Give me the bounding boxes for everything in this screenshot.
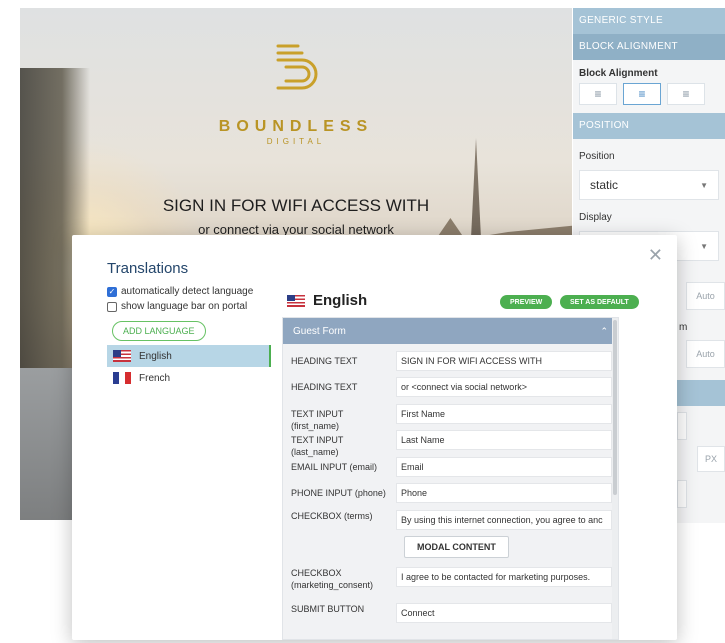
translation-input[interactable]: Phone xyxy=(396,483,612,503)
row-label: HEADING TEXT xyxy=(291,356,358,366)
translation-input[interactable]: Connect xyxy=(396,603,612,623)
modal-content-button[interactable]: MODAL CONTENT xyxy=(404,536,509,558)
row-label: EMAIL INPUT (email) xyxy=(291,462,378,472)
translation-input[interactable]: By using this internet connection, you a… xyxy=(396,510,612,530)
translation-input[interactable]: I agree to be contacted for marketing pu… xyxy=(396,567,612,587)
us-flag-icon xyxy=(287,294,305,307)
chevron-down-icon: ▼ xyxy=(700,180,708,190)
block-alignment-label: Block Alignment xyxy=(579,68,658,79)
brand-name: BOUNDLESS xyxy=(218,118,374,135)
generic-style-header[interactable]: GENERIC STYLE xyxy=(573,8,725,34)
align-center-icon[interactable]: ≡ xyxy=(623,83,661,105)
language-label: English xyxy=(139,350,172,362)
close-icon[interactable]: ✕ xyxy=(648,245,663,266)
language-item-french[interactable]: French xyxy=(107,367,271,389)
scrollbar-thumb[interactable] xyxy=(613,320,617,495)
us-flag-icon xyxy=(113,350,131,362)
position-label: Position xyxy=(579,151,615,162)
translation-input[interactable]: SIGN IN FOR WIFI ACCESS WITH xyxy=(396,351,612,371)
preview-button[interactable]: PREVIEW xyxy=(500,295,553,309)
checkbox-unchecked-icon[interactable] xyxy=(107,301,117,312)
translation-input[interactable]: Last Name xyxy=(396,430,612,450)
form-scrollbar[interactable] xyxy=(612,318,618,639)
checkbox-checked-icon[interactable]: ✓ xyxy=(107,286,117,297)
language-list: English French xyxy=(107,345,271,389)
row-label: HEADING TEXT xyxy=(291,382,358,392)
translations-modal: ✕ Translations ✓ automatically detect la… xyxy=(72,235,677,640)
language-label: French xyxy=(139,372,171,384)
field-fragment xyxy=(677,412,687,440)
section-header-fragment xyxy=(677,380,725,406)
brand-subtitle: DIGITAL xyxy=(266,137,326,146)
translation-input[interactable]: Email xyxy=(396,457,612,477)
align-right-icon[interactable]: ≡ xyxy=(667,83,705,105)
row-label: CHECKBOX (marketing_consent) xyxy=(291,568,374,590)
show-bar-option[interactable]: show language bar on portal xyxy=(107,301,247,312)
guest-form-panel: Guest Form ⌃ HEADING TEXT SIGN IN FOR WI… xyxy=(282,317,619,640)
row-label: TEXT INPUT (last_name) xyxy=(291,435,344,457)
show-bar-label: show language bar on portal xyxy=(121,301,248,312)
fr-flag-icon xyxy=(113,372,131,384)
position-select[interactable]: static ▼ xyxy=(579,170,719,200)
boundless-logo-icon xyxy=(276,44,318,90)
align-left-icon[interactable]: ≡ xyxy=(579,83,617,105)
block-alignment-header[interactable]: BLOCK ALIGNMENT xyxy=(573,34,725,60)
height-auto-field[interactable]: Auto xyxy=(686,340,725,368)
height-label-fragment: m xyxy=(679,322,688,333)
guest-form-title: Guest Form xyxy=(293,325,346,337)
field-fragment xyxy=(677,480,687,508)
display-label: Display xyxy=(579,212,612,223)
auto-detect-option[interactable]: ✓ automatically detect language xyxy=(107,286,253,297)
translation-input[interactable]: First Name xyxy=(396,404,612,424)
row-label: PHONE INPUT (phone) xyxy=(291,488,386,498)
chevron-down-icon: ▼ xyxy=(700,241,708,251)
row-label: TEXT INPUT (first_name) xyxy=(291,409,344,431)
unit-px-field[interactable]: PX xyxy=(697,446,725,472)
position-select-value: static xyxy=(590,178,619,192)
modal-title: Translations xyxy=(107,260,189,277)
selected-language-title: English xyxy=(287,292,367,309)
language-item-english[interactable]: English xyxy=(107,345,271,367)
auto-detect-label: automatically detect language xyxy=(121,286,254,297)
translation-input[interactable]: or <connect via social network> xyxy=(396,377,612,397)
row-label: SUBMIT BUTTON xyxy=(291,604,365,614)
set-default-button[interactable]: SET AS DEFAULT xyxy=(560,295,639,309)
alignment-buttons: ≡ ≡ ≡ xyxy=(573,83,725,105)
selected-language-label: English xyxy=(313,292,368,309)
position-header[interactable]: POSITION xyxy=(573,113,725,139)
width-auto-field[interactable]: Auto xyxy=(686,282,725,310)
chevron-up-icon[interactable]: ⌃ xyxy=(600,326,608,337)
add-language-button[interactable]: ADD LANGUAGE xyxy=(112,321,206,341)
portal-heading: SIGN IN FOR WIFI ACCESS WITH xyxy=(162,196,430,215)
row-label: CHECKBOX (terms) xyxy=(291,511,373,521)
guest-form-header[interactable]: Guest Form ⌃ xyxy=(283,318,618,344)
